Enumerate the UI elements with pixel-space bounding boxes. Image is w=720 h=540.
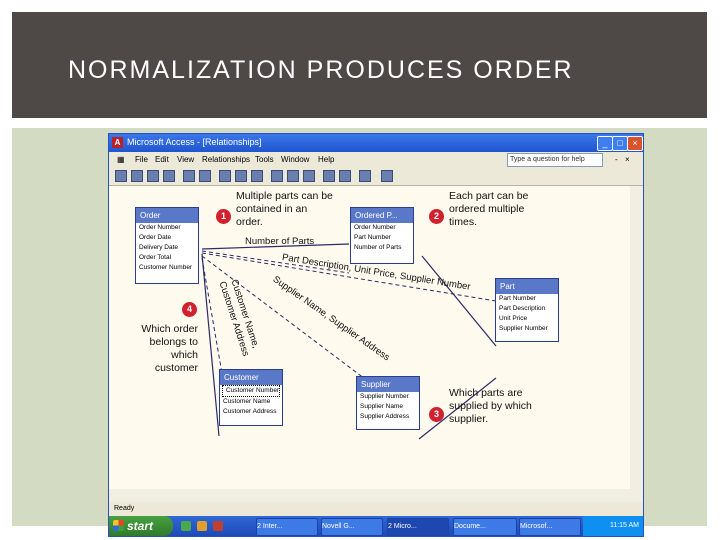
quicklaunch-icon[interactable] (181, 521, 191, 531)
new-object-icon[interactable] (359, 170, 371, 182)
window-title-bar[interactable]: A Microsoft Access - [Relationships] _ □… (109, 134, 643, 152)
menu-relationships[interactable]: Relationships (202, 155, 250, 164)
access-app-icon: A (112, 137, 123, 148)
taskbar-item[interactable]: Microsof... (519, 518, 581, 536)
save-icon[interactable] (147, 170, 159, 182)
table-supplier-field[interactable]: Supplier Name (357, 402, 419, 412)
callout-1-text: Multiple parts can be contained in an or… (236, 190, 333, 228)
callout-badge-4: 4 (182, 302, 197, 317)
spelling-icon[interactable] (199, 170, 211, 182)
callout-3-text: Which parts are supplied by which suppli… (449, 387, 532, 425)
table-order-field[interactable]: Order Total (136, 253, 198, 263)
system-tray-clock: 11:15 AM (583, 516, 643, 536)
table-supplier-field[interactable]: Supplier Number (357, 392, 419, 402)
relationships-canvas[interactable]: Order Order Number Order Date Delivery D… (109, 186, 630, 489)
table-part-field[interactable]: Unit Price (496, 314, 558, 324)
table-ordered-parts-field[interactable]: Part Number (351, 233, 413, 243)
table-order-field[interactable]: Order Date (136, 233, 198, 243)
menu-edit[interactable]: Edit (155, 155, 169, 164)
cut-icon[interactable] (219, 170, 231, 182)
table-customer-field[interactable]: Customer Number (222, 385, 280, 397)
table-supplier-title: Supplier (357, 377, 419, 392)
table-ordered-parts-field[interactable]: Order Number (351, 223, 413, 233)
table-order[interactable]: Order Order Number Order Date Delivery D… (135, 207, 199, 284)
quicklaunch-icon[interactable] (213, 521, 223, 531)
paste-icon[interactable] (251, 170, 263, 182)
table-part-field[interactable]: Part Description (496, 304, 558, 314)
windows-logo-icon (113, 520, 124, 531)
close-button[interactable]: × (627, 136, 643, 151)
table-order-field[interactable]: Order Number (136, 223, 198, 233)
line-orderedparts-part (421, 255, 497, 347)
table-ordered-parts-field[interactable]: Number of Parts (351, 243, 413, 253)
taskbar: start 2 Inter... Novell G... 2 Micro... … (109, 516, 643, 536)
status-bar: Ready (109, 503, 643, 516)
table-customer[interactable]: Customer Customer Number Customer Name C… (219, 369, 283, 426)
table-customer-field[interactable]: Customer Address (220, 407, 282, 417)
status-text: Ready (114, 505, 135, 512)
taskbar-item[interactable]: 2 Inter... (256, 518, 318, 536)
table-ordered-parts[interactable]: Ordered P... Order Number Part Number Nu… (350, 207, 414, 264)
taskbar-item[interactable]: Docume... (453, 518, 517, 536)
slide-title: NORMALIZATION PRODUCES ORDER (68, 56, 574, 84)
database-window-icon[interactable] (339, 170, 351, 182)
table-order-field[interactable]: Customer Number (136, 263, 198, 273)
taskbar-item[interactable]: 2 Micro... (387, 518, 449, 536)
toolbar (109, 167, 643, 186)
label-number-of-parts: Number of Parts (245, 236, 315, 247)
menu-window[interactable]: Window (281, 155, 309, 164)
table-part-field[interactable]: Part Number (496, 294, 558, 304)
callout-badge-3: 3 (429, 407, 444, 422)
show-table-icon[interactable] (271, 170, 283, 182)
menu-view[interactable]: View (177, 155, 194, 164)
table-order-field[interactable]: Delivery Date (136, 243, 198, 253)
start-button[interactable]: start (109, 516, 173, 536)
print-icon[interactable] (163, 170, 175, 182)
delete-icon[interactable] (323, 170, 335, 182)
line-order-customer (201, 253, 220, 437)
callout-badge-2: 2 (429, 209, 444, 224)
menu-close-icon[interactable]: × (625, 155, 630, 164)
menu-help[interactable]: Help (318, 155, 334, 164)
menu-file[interactable]: File (135, 155, 148, 164)
menu-bar: ▦ File Edit View Relationships Tools Win… (109, 152, 643, 167)
taskbar-item[interactable]: Novell G... (321, 518, 383, 536)
maximize-button[interactable]: □ (612, 136, 628, 151)
window-title: Microsoft Access - [Relationships] (127, 137, 262, 147)
open-icon[interactable] (131, 170, 143, 182)
table-supplier[interactable]: Supplier Supplier Number Supplier Name S… (356, 376, 420, 430)
table-customer-field[interactable]: Customer Name (220, 397, 282, 407)
table-part-title: Part (496, 279, 558, 294)
table-supplier-field[interactable]: Supplier Address (357, 412, 419, 422)
quicklaunch-icon[interactable] (197, 521, 207, 531)
new-icon[interactable] (115, 170, 127, 182)
table-part[interactable]: Part Part Number Part Description Unit P… (495, 278, 559, 342)
callout-2-text: Each part can be ordered multiple times. (449, 190, 529, 228)
table-ordered-parts-title: Ordered P... (351, 208, 413, 223)
table-part-field[interactable]: Supplier Number (496, 324, 558, 334)
preview-icon[interactable] (183, 170, 195, 182)
access-window: A Microsoft Access - [Relationships] _ □… (108, 133, 644, 537)
help-icon[interactable] (381, 170, 393, 182)
callout-badge-1: 1 (216, 209, 231, 224)
horizontal-scrollbar[interactable] (109, 489, 630, 502)
menu-icon[interactable]: ▦ (117, 155, 125, 164)
show-direct-icon[interactable] (287, 170, 299, 182)
minimize-button[interactable]: _ (597, 136, 613, 151)
help-search-input[interactable]: Type a question for help (507, 153, 603, 167)
table-customer-title: Customer (220, 370, 282, 385)
menu-minimize-icon[interactable]: - (615, 155, 618, 164)
copy-icon[interactable] (235, 170, 247, 182)
dashed-line-part-description (201, 252, 497, 302)
show-all-icon[interactable] (303, 170, 315, 182)
start-label: start (127, 519, 154, 533)
vertical-scrollbar[interactable] (630, 186, 643, 502)
table-order-title: Order (136, 208, 198, 223)
callout-4-text: Which order belongs to which customer (141, 323, 198, 374)
menu-tools[interactable]: Tools (255, 155, 274, 164)
